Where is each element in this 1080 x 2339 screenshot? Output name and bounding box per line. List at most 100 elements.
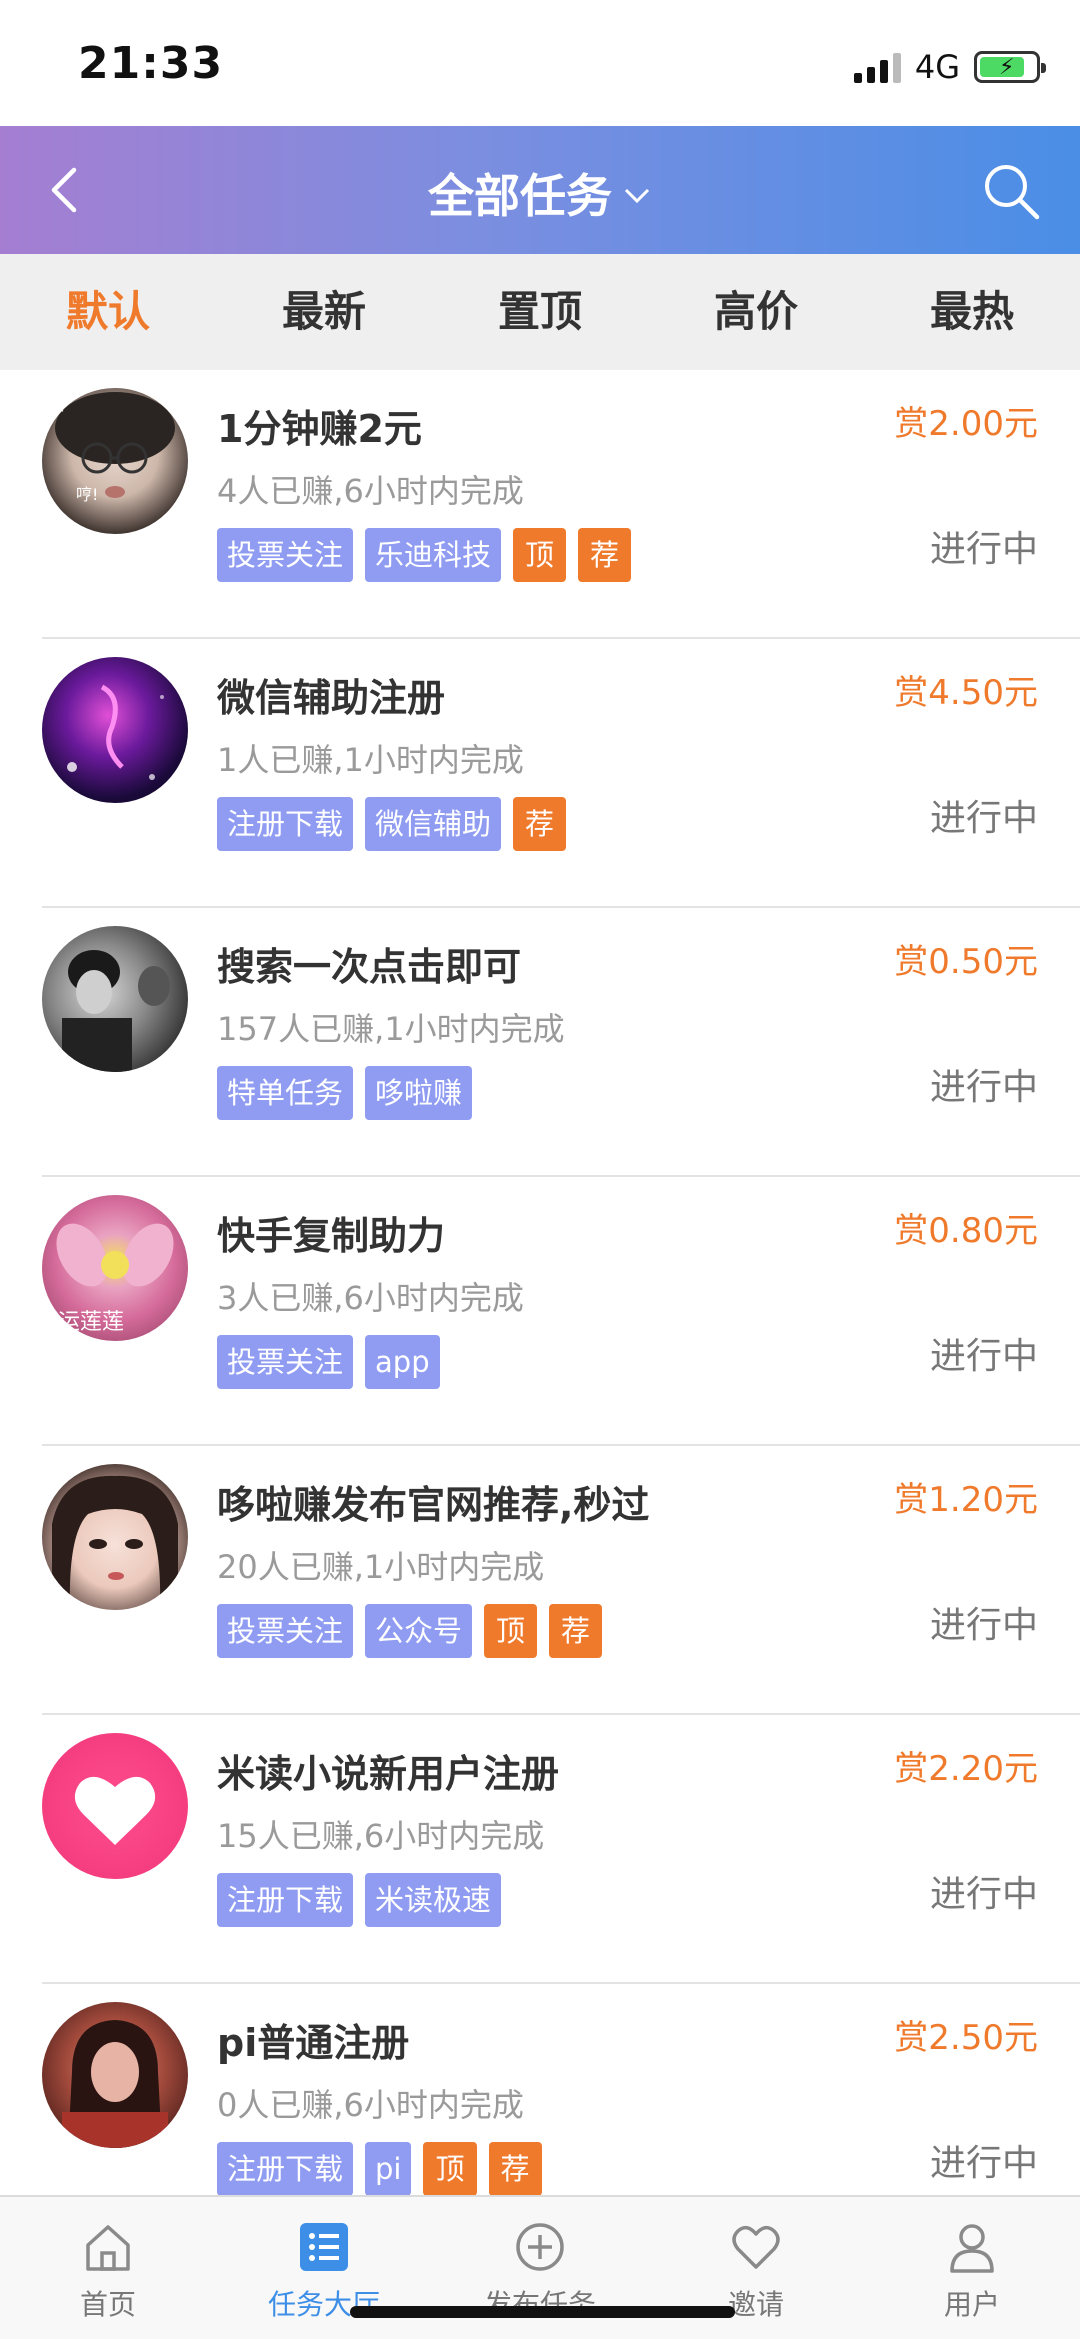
avatar: 娇 哼! bbox=[42, 388, 188, 534]
avatar-text: 娇 bbox=[48, 394, 66, 415]
network-label: 4G bbox=[914, 48, 960, 86]
tag: 注册下载 bbox=[217, 797, 354, 851]
tag-list: 注册下载 pi 顶 荐 bbox=[217, 2142, 542, 2195]
avatar bbox=[42, 2002, 188, 2148]
tag: 米读极速 bbox=[365, 1873, 502, 1927]
tag-list: 特单任务 哆啦赚 bbox=[217, 1066, 473, 1120]
task-subtitle: 4人已赚,6小时内完成 bbox=[217, 472, 524, 510]
avatar bbox=[42, 1733, 188, 1879]
tag: 乐迪科技 bbox=[365, 528, 502, 582]
signal-icon bbox=[853, 51, 901, 83]
task-title: 米读小说新用户注册 bbox=[217, 1752, 560, 1796]
tab-high-price[interactable]: 高价 bbox=[648, 254, 864, 370]
task-title: 搜索一次点击即可 bbox=[217, 945, 522, 989]
user-icon bbox=[950, 2224, 994, 2273]
avatar bbox=[42, 657, 188, 803]
reward-amount: 赏2.00元 bbox=[894, 404, 1038, 444]
tag: 投票关注 bbox=[217, 1604, 354, 1658]
pinned-badge: 顶 bbox=[423, 2142, 477, 2195]
task-title: pi普通注册 bbox=[217, 2021, 410, 2065]
avatar-text: 运莲莲 bbox=[58, 1310, 124, 1335]
heart-icon bbox=[732, 2225, 780, 2269]
task-row[interactable]: 搜索一次点击即可 157人已赚,1小时内完成 特单任务 哆啦赚 赏0.50元 进… bbox=[42, 908, 1080, 1177]
reward-amount: 赏4.50元 bbox=[894, 673, 1038, 713]
status-time: 21:33 bbox=[78, 38, 224, 89]
task-status: 进行中 bbox=[929, 1336, 1038, 1377]
tag-list: 投票关注 公众号 顶 荐 bbox=[217, 1604, 603, 1658]
task-row[interactable]: pi普通注册 0人已赚,6小时内完成 注册下载 pi 顶 荐 赏2.50元 进行… bbox=[42, 1984, 1080, 2195]
task-subtitle: 3人已赚,6小时内完成 bbox=[217, 1279, 524, 1317]
task-status: 进行中 bbox=[929, 2143, 1038, 2184]
reward-amount: 赏1.20元 bbox=[894, 1480, 1038, 1520]
task-subtitle: 15人已赚,6小时内完成 bbox=[217, 1817, 545, 1855]
pinned-badge: 顶 bbox=[484, 1604, 538, 1658]
tag: 特单任务 bbox=[217, 1066, 354, 1120]
task-title: 1分钟赚2元 bbox=[217, 407, 422, 451]
task-row[interactable]: 运莲莲 快手复制助力 3人已赚,6小时内完成 投票关注 app 赏0.80元 进… bbox=[42, 1177, 1080, 1446]
heart-logo-icon bbox=[74, 1776, 156, 1845]
page-title: 全部任务 bbox=[428, 169, 612, 223]
recommend-badge: 荐 bbox=[549, 1604, 603, 1658]
task-list: 娇 哼! 1分钟赚2元 4人已赚,6小时内完成 投票关注 乐迪科技 顶 荐 赏2… bbox=[0, 370, 1080, 2195]
recommend-badge: 荐 bbox=[488, 2142, 542, 2195]
tab-hottest[interactable]: 最热 bbox=[864, 254, 1080, 370]
tag-list: 投票关注 app bbox=[217, 1335, 440, 1389]
task-status: 进行中 bbox=[929, 1605, 1038, 1646]
avatar bbox=[42, 926, 188, 1072]
list-icon bbox=[300, 2223, 348, 2271]
task-status: 进行中 bbox=[929, 1067, 1038, 1108]
task-status: 进行中 bbox=[929, 798, 1038, 839]
tag: 公众号 bbox=[365, 1604, 473, 1658]
task-row[interactable]: 米读小说新用户注册 15人已赚,6小时内完成 注册下载 米读极速 赏2.20元 … bbox=[42, 1715, 1080, 1984]
avatar: 运莲莲 bbox=[42, 1195, 188, 1341]
tab-newest[interactable]: 最新 bbox=[216, 254, 432, 370]
task-subtitle: 20人已赚,1小时内完成 bbox=[217, 1548, 545, 1586]
category-dropdown[interactable]: 全部任务 bbox=[0, 160, 1080, 226]
avatar-text: 哼! bbox=[76, 485, 98, 504]
task-status: 进行中 bbox=[929, 529, 1038, 570]
tag: pi bbox=[365, 2142, 412, 2195]
tag: 投票关注 bbox=[217, 528, 354, 582]
tag: 哆啦赚 bbox=[365, 1066, 473, 1120]
status-indicators: 4G ⚡ bbox=[853, 48, 1046, 86]
task-row[interactable]: 哆啦赚发布官网推荐,秒过 20人已赚,1小时内完成 投票关注 公众号 顶 荐 赏… bbox=[42, 1446, 1080, 1715]
tag: app bbox=[365, 1335, 440, 1389]
task-subtitle: 0人已赚,6小时内完成 bbox=[217, 2086, 524, 2124]
header-bar: 全部任务 bbox=[0, 126, 1080, 254]
avatar bbox=[42, 1464, 188, 1610]
nav-label: 首页 bbox=[79, 2288, 136, 2321]
task-status: 进行中 bbox=[929, 1874, 1038, 1915]
reward-amount: 赏2.20元 bbox=[894, 1749, 1038, 1789]
status-bar: 21:33 4G ⚡ bbox=[0, 0, 1080, 126]
recommend-badge: 荐 bbox=[578, 528, 632, 582]
nav-label: 用户 bbox=[943, 2288, 1000, 2321]
tab-pinned[interactable]: 置顶 bbox=[432, 254, 648, 370]
nav-user[interactable]: 用户 bbox=[864, 2197, 1080, 2339]
nav-home[interactable]: 首页 bbox=[0, 2197, 216, 2339]
plus-circle-icon bbox=[516, 2223, 564, 2271]
recommend-badge: 荐 bbox=[513, 797, 567, 851]
battery-icon: ⚡ bbox=[974, 51, 1046, 83]
reward-amount: 赏0.80元 bbox=[894, 1211, 1038, 1251]
chevron-down-icon bbox=[624, 188, 650, 204]
tag: 注册下载 bbox=[217, 1873, 354, 1927]
sort-tabs: 默认 最新 置顶 高价 最热 bbox=[0, 254, 1080, 370]
pinned-badge: 顶 bbox=[513, 528, 567, 582]
task-title: 哆啦赚发布官网推荐,秒过 bbox=[217, 1483, 650, 1527]
home-icon bbox=[86, 2225, 130, 2271]
tag-list: 投票关注 乐迪科技 顶 荐 bbox=[217, 528, 632, 582]
task-subtitle: 1人已赚,1小时内完成 bbox=[217, 741, 524, 779]
reward-amount: 赏0.50元 bbox=[894, 942, 1038, 982]
tab-default[interactable]: 默认 bbox=[0, 254, 216, 370]
task-title: 微信辅助注册 bbox=[217, 676, 446, 720]
task-title: 快手复制助力 bbox=[217, 1214, 446, 1258]
search-icon[interactable] bbox=[980, 160, 1042, 222]
task-subtitle: 157人已赚,1小时内完成 bbox=[217, 1010, 565, 1048]
home-indicator[interactable] bbox=[350, 2306, 735, 2318]
tag-list: 注册下载 微信辅助 荐 bbox=[217, 797, 567, 851]
tag: 投票关注 bbox=[217, 1335, 354, 1389]
task-row[interactable]: 微信辅助注册 1人已赚,1小时内完成 注册下载 微信辅助 荐 赏4.50元 进行… bbox=[42, 639, 1080, 908]
tag-list: 注册下载 米读极速 bbox=[217, 1873, 502, 1927]
task-row[interactable]: 娇 哼! 1分钟赚2元 4人已赚,6小时内完成 投票关注 乐迪科技 顶 荐 赏2… bbox=[42, 370, 1080, 639]
tag: 注册下载 bbox=[217, 2142, 354, 2195]
